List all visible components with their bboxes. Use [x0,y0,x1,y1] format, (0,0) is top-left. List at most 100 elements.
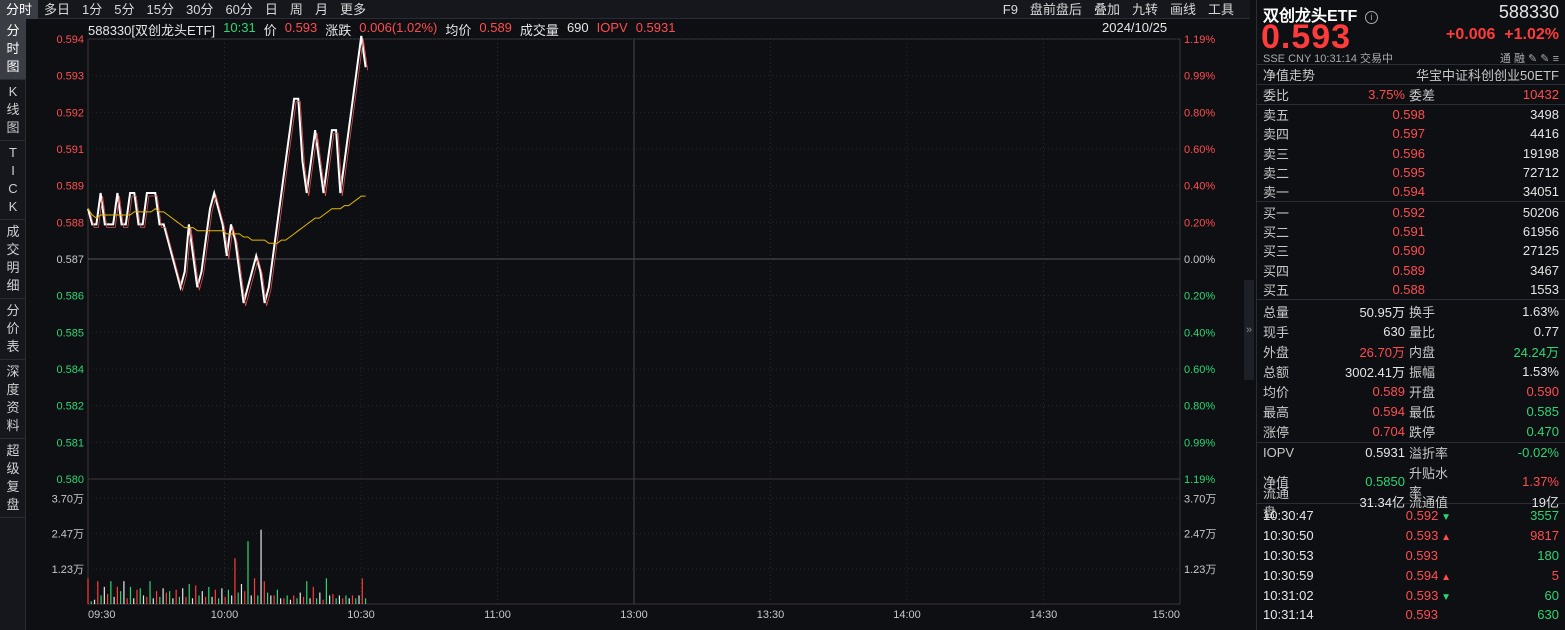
side-btn-0[interactable]: 分时图 [0,19,26,80]
side-char: 表 [6,339,20,354]
bid-price: 0.591 [1392,223,1425,239]
side-btn-1[interactable]: K线图 [0,80,26,141]
price-tick-label: 0.586 [56,291,84,303]
chart-svg[interactable]: 0.594 1.19% 0.593 0.99% 0.592 0.80% 0.591 0.60%… [26,19,1250,630]
price-tick-label: 0.594 [56,34,84,46]
tick-list[interactable]: 10:30:47 0.592 ▼ 3557 10:30:50 0.593 ▲ 9817 10… [1257,502,1565,625]
tab-4[interactable]: 15分 [141,0,180,19]
toolbar-tool-1[interactable]: 盘前盘后 [1024,0,1088,19]
side-char: 分 [6,23,20,38]
ask-row: 卖三 0.596 19198 [1257,144,1565,163]
side-char: 复 [6,479,20,494]
price-tick-label: 0.587 [56,254,84,266]
side-btn-2[interactable]: TICK [0,141,26,220]
tick-price-cell: 0.593 [1371,607,1451,622]
tab-8[interactable]: 周 [284,0,309,19]
tab-1[interactable]: 多日 [38,0,76,19]
pct-tick-label: 0.60% [1184,144,1215,156]
ask-price: 0.595 [1392,165,1425,181]
side-char: 深 [6,364,20,379]
side-char: I [11,163,15,178]
fund-stats: IOPV 0.5931 溢折率 -0.02% 净值 0.5850 升贴水率 1.37% 流通盘 3… [1257,441,1565,520]
ask-row: 卖五 0.598 3498 [1257,105,1565,124]
bid-label: 买二 [1263,224,1290,240]
change-value: +0.006 [1446,26,1496,43]
tab-7[interactable]: 日 [259,0,284,19]
price-tick-label: 0.592 [56,107,84,119]
nav-trend-row[interactable]: 净值走势 华宝中证科创创业50ETF [1257,64,1565,84]
toolbar-tool-5[interactable]: 工具 [1202,0,1240,19]
side-char: T [9,145,17,160]
tab-0[interactable]: 分时 [0,0,39,19]
edit-alt-icon[interactable]: ✎ [1540,53,1549,65]
tick-price: 0.594 [1405,567,1439,583]
security-code: 588330 [1498,2,1559,22]
stat-value: 1.37% [1522,474,1559,490]
tab-9[interactable]: 月 [309,0,334,19]
toolbar-tool-3[interactable]: 九转 [1126,0,1164,19]
tab-6[interactable]: 60分 [219,0,258,19]
price-tick-label: 0.581 [56,437,84,449]
pct-tick-label: 0.40% [1184,327,1215,339]
pct-tick-label: 0.20% [1184,291,1215,303]
side-char: K [8,84,18,99]
stat-row: 外盘 26.70万 内盘 24.24万 [1257,342,1565,362]
tab-3[interactable]: 5分 [108,0,140,19]
side-btn-3[interactable]: 成交明细 [0,220,26,299]
stat-label: 总量 [1263,305,1290,321]
quote-stats: 总量 50.95万 换手 1.63% 现手 630 量比 0.77 外盘 26.70万 内盘 24.2… [1257,298,1565,442]
stat-row: 现手 630 量比 0.77 [1257,322,1565,342]
stat-value: 0.5931 [1365,445,1405,461]
bid-row: 买三 0.590 27125 [1257,241,1565,260]
arrow-down-icon: ▼ [1438,591,1451,603]
order-diff-value: 10432 [1522,87,1559,102]
tick-price-cell: 0.593 ▼ [1371,588,1451,603]
bid-label: 买五 [1263,282,1290,298]
tab-5[interactable]: 30分 [180,0,219,19]
toolbar-tool-0[interactable]: F9 [997,0,1024,19]
side-char: 级 [6,461,20,476]
tab-2[interactable]: 1分 [76,0,108,19]
pct-tick-label: 0.80% [1184,401,1215,413]
side-char: 盘 [6,497,20,512]
toolbar-tool-4[interactable]: 画线 [1164,0,1202,19]
bid-label: 买四 [1263,263,1290,279]
time-tick-label: 13:00 [620,609,648,621]
side-btn-5[interactable]: 深度资料 [0,360,26,439]
stat-value: 0.590 [1526,384,1559,400]
pct-tick-label: 0.20% [1184,217,1215,229]
toolbar-tool-2[interactable]: 叠加 [1088,0,1126,19]
price-tick-label: 0.591 [56,144,84,156]
side-btn-4[interactable]: 分价表 [0,299,26,360]
info-icon[interactable]: i [1364,11,1378,24]
ask-label: 卖四 [1263,127,1290,143]
stat-label: IOPV [1263,445,1295,461]
intraday-chart[interactable]: 0.594 1.19% 0.593 0.99% 0.592 0.80% 0.591 0.60%… [26,19,1250,630]
stat-row: 净值 0.5850 升贴水率 1.37% [1257,463,1565,500]
collapse-panel-handle[interactable]: » [1244,280,1254,380]
stat-value: 1.63% [1522,304,1559,320]
side-btn-6[interactable]: 超级复盘 [0,439,26,518]
ask-volume: 19198 [1522,145,1559,161]
arrow-spacer [1438,607,1451,622]
bid-row: 买二 0.591 61956 [1257,222,1565,241]
stat-label: 量比 [1409,325,1436,341]
tab-10[interactable]: 更多 [334,0,372,19]
edit-icon[interactable]: ✎ [1528,53,1537,65]
time-tick-label: 11:00 [484,609,511,621]
tick-volume: 60 [1544,587,1559,603]
volume-tick-label-right: 3.70万 [1184,493,1216,505]
tick-row: 10:30:53 0.593 180 [1257,546,1565,566]
stat-label: 振幅 [1409,365,1436,381]
menu-icon[interactable]: ≡ [1553,53,1559,65]
pct-tick-label: 0.40% [1184,181,1215,193]
bid-row: 买五 0.588 1553 [1257,280,1565,299]
tick-row: 10:31:14 0.593 630 [1257,605,1565,625]
bid-volume: 50206 [1522,204,1559,220]
price-tick-label: 0.589 [56,181,84,193]
tick-row: 10:30:59 0.594 ▲ 5 [1257,565,1565,585]
tick-time: 10:30:53 [1263,547,1314,563]
side-char: 细 [6,278,20,293]
time-tick-label: 10:00 [211,609,239,621]
tick-price: 0.593 [1405,587,1439,603]
